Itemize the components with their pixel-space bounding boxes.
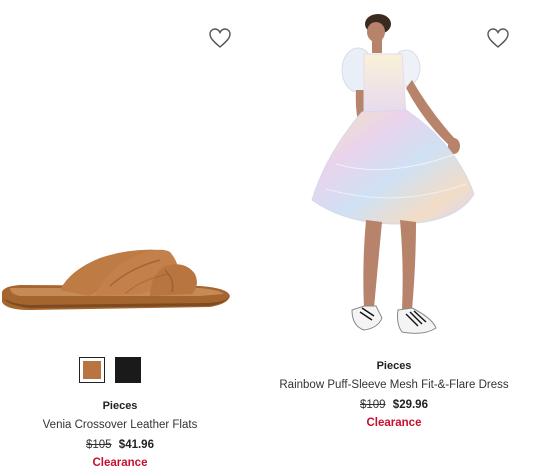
product-name[interactable]: Rainbow Puff-Sleeve Mesh Fit-&-Flare Dre…: [276, 378, 512, 392]
sale-price: $29.96: [392, 399, 428, 411]
product-card-rainbow-dress[interactable]: Pieces Rainbow Puff-Sleeve Mesh Fit-&-Fl…: [276, 0, 512, 473]
wishlist-heart-icon[interactable]: [208, 27, 232, 49]
clearance-badge: Clearance: [366, 417, 422, 429]
product-card-venia-flats[interactable]: Pieces Venia Crossover Leather Flats $10…: [0, 0, 240, 473]
sale-price: $41.96: [118, 439, 154, 451]
product-image-sandal[interactable]: [0, 230, 240, 330]
swatch-black[interactable]: [115, 357, 141, 383]
original-price: $109: [360, 399, 386, 411]
product-brand[interactable]: Pieces: [276, 359, 512, 373]
product-brand[interactable]: Pieces: [0, 399, 240, 413]
swatch-cognac-fill: [83, 361, 101, 379]
color-swatches: [79, 357, 141, 383]
product-info: Pieces Venia Crossover Leather Flats $10…: [0, 399, 240, 470]
original-price: $105: [86, 439, 112, 451]
product-name[interactable]: Venia Crossover Leather Flats: [0, 418, 240, 432]
swatch-cognac[interactable]: [79, 357, 105, 383]
product-prices: $105 $41.96: [0, 438, 240, 452]
swatch-black-fill: [115, 357, 141, 383]
clearance-badge: Clearance: [92, 457, 148, 469]
wishlist-heart-icon[interactable]: [486, 27, 510, 49]
product-info: Pieces Rainbow Puff-Sleeve Mesh Fit-&-Fl…: [276, 359, 512, 430]
product-image-dress[interactable]: [306, 14, 486, 344]
product-prices: $109 $29.96: [276, 398, 512, 412]
